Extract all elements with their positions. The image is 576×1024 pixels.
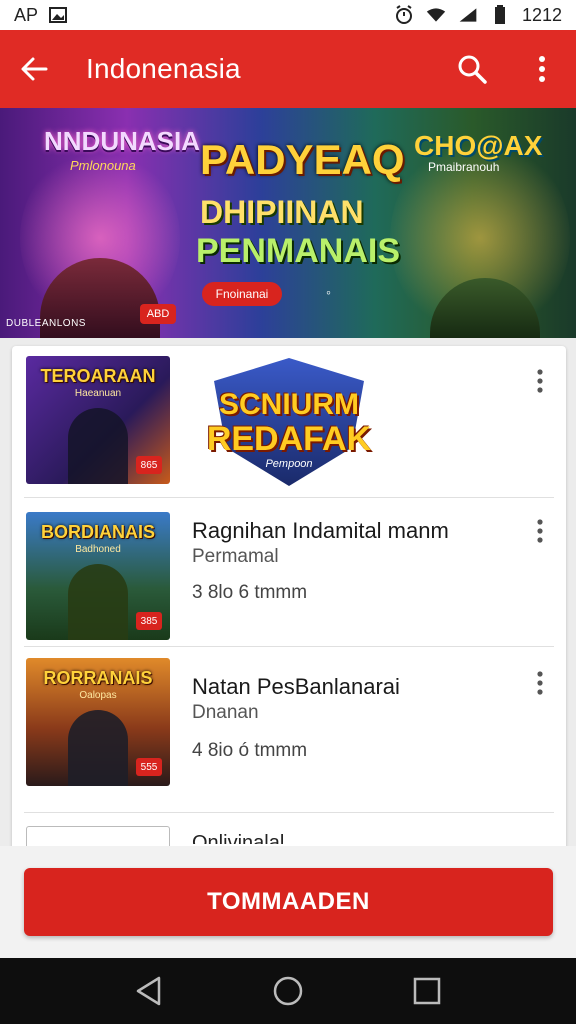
divider: [24, 812, 554, 813]
thumbnail-title: BORDIANAIS: [40, 522, 155, 542]
character-figure: [68, 564, 128, 640]
item-title: Ragnihan Indamital manm: [192, 518, 449, 543]
banner-center-title: PADYEAQ: [200, 136, 405, 183]
character-figure: [68, 710, 128, 786]
thumbnail-badge: 555: [136, 758, 162, 776]
banner-caption: DUBLEANLONS: [6, 318, 86, 329]
game-thumbnail[interactable]: BORDIANAIS Badhoned 385: [26, 512, 170, 640]
carousel-indicator-icon: ◦: [326, 284, 331, 300]
thumbnail-title: RORRANAIS: [43, 668, 153, 688]
banner-center-line3: PENMANAIS: [196, 232, 401, 270]
system-nav-bar: [0, 958, 576, 1024]
item-title: Natan PesBanlanarai: [192, 674, 400, 699]
logo-line3: Pempoon: [265, 458, 313, 470]
item-more-button[interactable]: [528, 516, 552, 546]
arrow-back-icon: [21, 57, 48, 81]
game-thumbnail[interactable]: RORRANAIS Oalopas 555: [26, 658, 170, 786]
banner-right-title: CHO@AX: [414, 130, 543, 161]
status-bar: AP 1212: [0, 0, 576, 30]
logo-line1: SCNIURM: [219, 388, 359, 421]
banner-left-subtitle: Pmlonouna: [70, 158, 136, 173]
thumbnail-title: TEROARAAN: [40, 366, 156, 386]
item-more-button[interactable]: [528, 366, 552, 396]
promo-banner[interactable]: NNDUNASIA Pmlonouna PADYEAQ DHIPIINAN PE…: [0, 108, 576, 338]
item-meta: 4 8io ó tmmm: [192, 740, 308, 761]
character-figure: [68, 408, 128, 484]
divider: [24, 497, 554, 498]
more-vert-icon: [539, 56, 545, 82]
thumbnail-subtitle: Badhoned: [75, 544, 121, 555]
nav-home-button[interactable]: [270, 973, 306, 1009]
wifi-icon: [426, 6, 446, 24]
item-subtitle: Permamal: [192, 546, 279, 567]
back-button[interactable]: [16, 51, 52, 87]
search-button[interactable]: [454, 51, 490, 87]
logo-line2: REDAFAK: [206, 420, 372, 458]
circle-home-icon: [273, 976, 303, 1006]
clock: 1212: [521, 4, 562, 25]
primary-action-button[interactable]: TOMMAADEN: [24, 868, 553, 936]
nav-back-button[interactable]: [131, 973, 167, 1009]
game-list-card: TEROARAAN Haeanuan 865 SCNIURM REDAFAK P…: [12, 346, 566, 866]
banner-left-title: NNDUNASIA: [44, 126, 200, 156]
thumbnail-badge: 865: [136, 456, 162, 474]
app-bar: Indonenasia: [0, 30, 576, 108]
carrier-label: AP: [14, 4, 39, 25]
nav-recents-button[interactable]: [409, 973, 445, 1009]
more-vert-icon: [537, 671, 543, 695]
banner-badge: ABD: [140, 304, 176, 324]
item-more-button[interactable]: [528, 668, 552, 698]
game-thumbnail[interactable]: TEROARAAN Haeanuan 865: [26, 356, 170, 484]
divider: [24, 646, 554, 647]
triangle-back-icon: [137, 976, 161, 1006]
overflow-menu-button[interactable]: [524, 51, 560, 87]
more-vert-icon: [537, 369, 543, 393]
thumbnail-subtitle: Oalopas: [79, 690, 117, 701]
signal-icon: [458, 6, 478, 24]
banner-pill-button[interactable]: Fnoinanai: [202, 282, 282, 306]
alarm-icon: [394, 5, 414, 24]
featured-game-logo: SCNIURM REDAFAK Pempoon: [204, 358, 374, 486]
gallery-icon: [48, 6, 68, 24]
thumbnail-subtitle: Haeanuan: [74, 388, 122, 399]
square-recents-icon: [413, 977, 440, 1005]
item-subtitle: Dnanan: [192, 702, 259, 723]
thumbnail-badge: 385: [136, 612, 162, 630]
search-icon: [458, 55, 487, 84]
battery-icon: [490, 5, 510, 24]
item-title: Onlivinalal: [192, 832, 285, 844]
page-title: Indonenasia: [86, 53, 241, 84]
item-meta: 3 8lo 6 tmmm: [192, 582, 308, 603]
banner-right-subtitle: Pmaibranouh: [428, 160, 500, 174]
more-vert-icon: [537, 519, 543, 543]
banner-center-line2: DHIPIINAN: [200, 194, 364, 230]
